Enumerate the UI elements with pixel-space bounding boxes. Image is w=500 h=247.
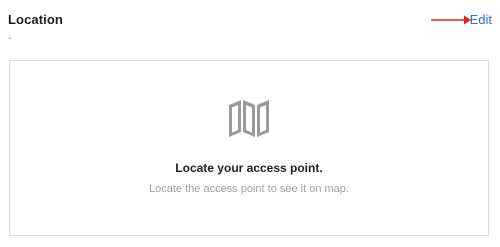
map-icon — [229, 100, 269, 137]
edit-location-link[interactable]: Edit — [470, 12, 492, 27]
location-value: - — [8, 32, 12, 44]
location-title: Location — [8, 12, 63, 27]
map-placeholder-card: Locate your access point. Locate the acc… — [9, 60, 489, 236]
empty-state-title: Locate your access point. — [175, 161, 323, 175]
annotation-arrow-icon — [431, 15, 471, 25]
empty-state-description: Locate the access point to see it on map… — [149, 183, 349, 195]
